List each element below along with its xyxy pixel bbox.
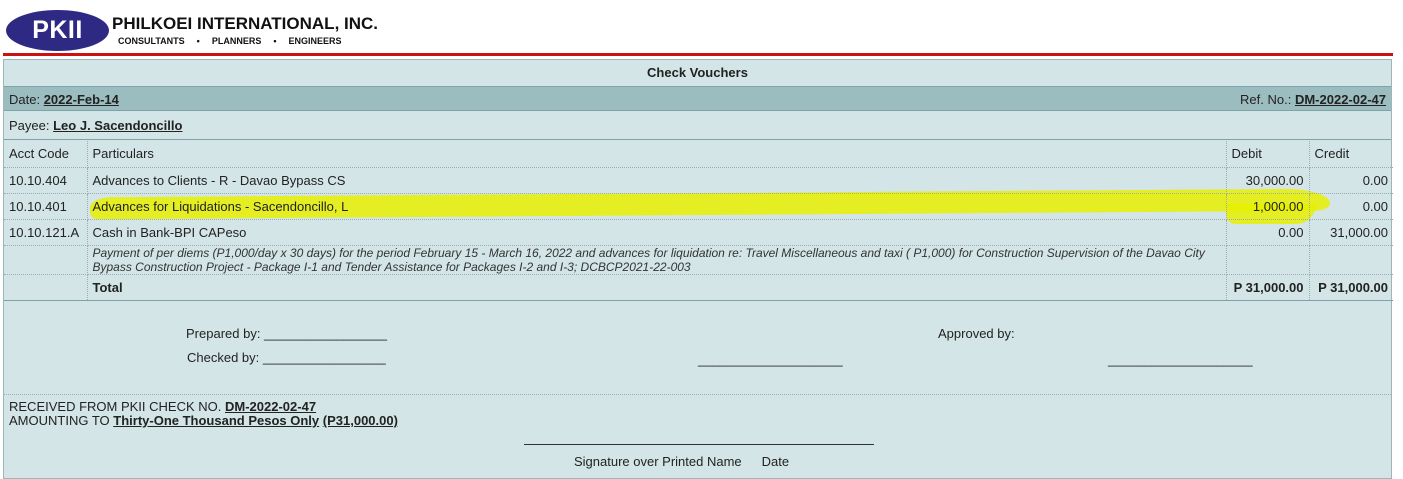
header-divider — [3, 53, 1393, 56]
tagline-engineers: ENGINEERS — [288, 36, 342, 46]
empty-cell — [4, 245, 88, 275]
empty-cell — [4, 274, 88, 301]
ref-field: Ref. No.: DM-2022-02-47 — [1240, 87, 1386, 112]
debit-cell: 30,000.00 — [1226, 167, 1310, 194]
amount-in-words: Thirty-One Thousand Pesos Only — [113, 413, 320, 428]
table-row: 10.10.404 Advances to Clients - R - Dava… — [4, 167, 1393, 194]
empty-cell — [1226, 245, 1310, 275]
description-text: Payment of per diems (P1,000/day x 30 da… — [87, 245, 1227, 275]
receiver-signature-line — [524, 444, 874, 445]
amount-prefix: AMOUNTING TO — [9, 413, 110, 428]
date-value: 2022-Feb-14 — [43, 92, 119, 107]
check-number: DM-2022-02-47 — [225, 399, 317, 414]
tagline-separator: • — [273, 36, 277, 46]
payee-field: Payee: Leo J. Sacendoncillo — [9, 118, 182, 133]
ref-label: Ref. No.: — [1240, 92, 1292, 107]
total-debit: P 31,000.00 — [1226, 274, 1310, 301]
credit-cell: 31,000.00 — [1309, 219, 1393, 246]
tagline-separator: • — [196, 36, 200, 46]
payee-value: Leo J. Sacendoncillo — [53, 118, 183, 133]
credit-cell: 0.00 — [1309, 193, 1393, 220]
particulars-cell: Advances to Clients - R - Davao Bypass C… — [87, 167, 1227, 194]
company-header: PKII PHILKOEI INTERNATIONAL, INC. CONSUL… — [0, 0, 1403, 56]
acct-code-cell: 10.10.401 — [4, 193, 88, 220]
check-voucher: Check Vouchers Date: 2022-Feb-14 Ref. No… — [3, 59, 1393, 479]
debit-cell: 0.00 — [1226, 219, 1310, 246]
ref-value: DM-2022-02-47 — [1294, 92, 1386, 107]
signature-caption: Signature over Printed Name — [574, 454, 742, 469]
approver-signature-line: ____________________ — [698, 352, 843, 367]
date-field: Date: 2022-Feb-14 — [9, 87, 119, 112]
company-logo: PKII — [6, 10, 109, 51]
description-row: Payment of per diems (P1,000/day x 30 da… — [4, 245, 1393, 275]
company-name: PHILKOEI INTERNATIONAL, INC. — [112, 14, 379, 33]
received-line: RECEIVED FROM PKII CHECK NO. DM-2022-02-… — [9, 400, 398, 414]
particulars-cell: Cash in Bank-BPI CAPeso — [87, 219, 1227, 246]
received-prefix: RECEIVED FROM PKII CHECK NO. — [9, 399, 222, 414]
date-label: Date: — [9, 92, 41, 107]
total-label: Total — [87, 274, 1227, 301]
debit-cell: 1,000.00 — [1226, 193, 1310, 220]
credit-cell: 0.00 — [1309, 167, 1393, 194]
company-tagline: CONSULTANTS • PLANNERS • ENGINEERS — [118, 36, 342, 46]
voucher-title: Check Vouchers — [647, 65, 748, 80]
checked-by: Checked by: _________________ — [187, 350, 386, 365]
table-header-row: Acct Code Particulars Debit Credit — [4, 141, 1393, 168]
date-caption: Date — [761, 454, 790, 469]
table-row: 10.10.121.A Cash in Bank-BPI CAPeso 0.00… — [4, 219, 1393, 246]
tagline-planners: PLANNERS — [211, 36, 262, 46]
total-credit: P 31,000.00 — [1309, 274, 1393, 301]
entries-table: Acct Code Particulars Debit Credit 10.10… — [4, 141, 1393, 301]
column-header-particulars: Particulars — [87, 141, 1227, 168]
signature-section: Prepared by: _________________ Checked b… — [4, 326, 1391, 395]
date-bar: Date: 2022-Feb-14 Ref. No.: DM-2022-02-4… — [4, 86, 1391, 111]
amount-figure: (P31,000.00) — [322, 413, 398, 428]
approved-by: Approved by: — [938, 326, 1015, 341]
receiver-signature-caption: Signature over Printed Name Date — [574, 454, 789, 469]
column-header-credit: Credit — [1309, 141, 1393, 168]
approver-signature-line: ____________________ — [1108, 352, 1253, 367]
payee-label: Payee: — [9, 118, 50, 133]
amount-line: AMOUNTING TO Thirty-One Thousand Pesos O… — [9, 414, 398, 428]
particulars-cell: Advances for Liquidations - Sacendoncill… — [87, 193, 1227, 220]
received-statement: RECEIVED FROM PKII CHECK NO. DM-2022-02-… — [9, 400, 398, 428]
acct-code-cell: 10.10.404 — [4, 167, 88, 194]
acct-code-cell: 10.10.121.A — [4, 219, 88, 246]
prepared-by: Prepared by: _________________ — [186, 326, 387, 341]
column-header-debit: Debit — [1226, 141, 1310, 168]
column-header-acct-code: Acct Code — [4, 141, 88, 168]
total-row: Total P 31,000.00 P 31,000.00 — [4, 274, 1393, 301]
payee-divider — [4, 139, 1391, 140]
table-row: 10.10.401 Advances for Liquidations - Sa… — [4, 193, 1393, 220]
empty-cell — [1309, 245, 1393, 275]
tagline-consultants: CONSULTANTS — [118, 36, 185, 46]
